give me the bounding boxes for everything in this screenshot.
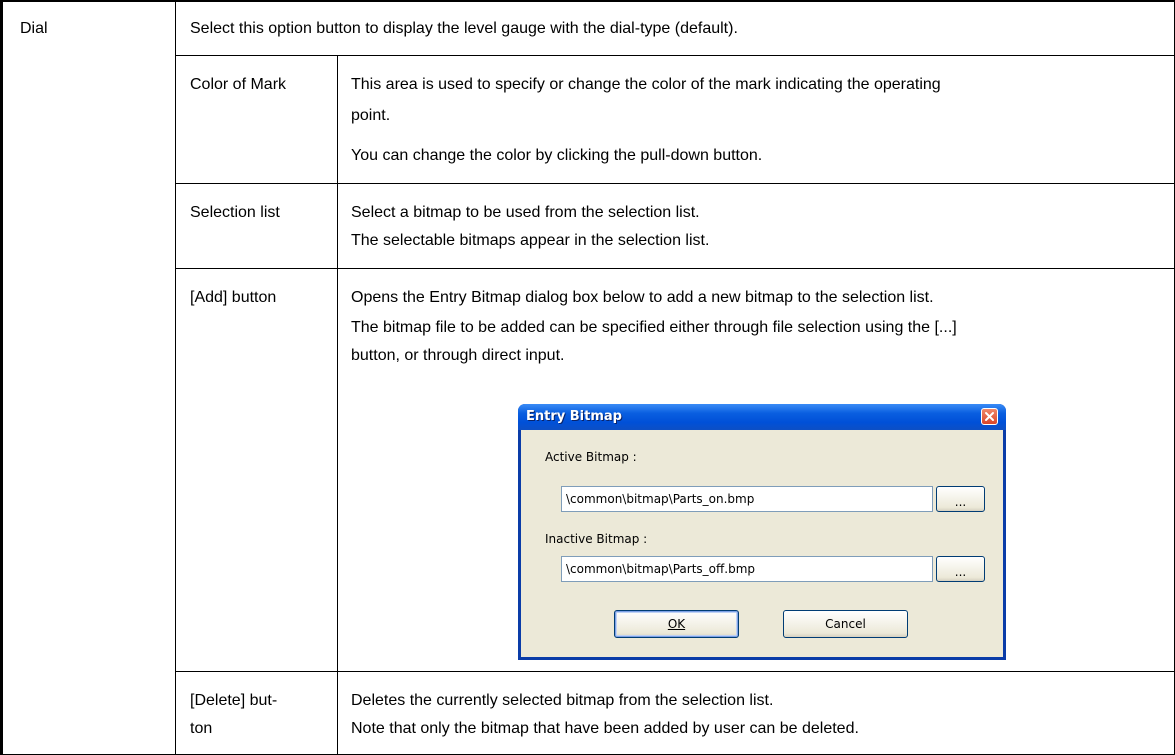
inactive-browse-label: ... (954, 565, 967, 579)
dialog-title: Entry Bitmap (526, 409, 622, 424)
active-browse-label: ... (954, 495, 967, 509)
active-bitmap-input[interactable]: \common\bitmap\Parts_on.bmp (561, 486, 933, 512)
row-divider-selection (175, 268, 1175, 269)
desc-delete-line-1: Deletes the currently selected bitmap fr… (351, 692, 774, 709)
desc-selection-line-2: The selectable bitmaps appear in the sel… (351, 232, 710, 249)
row-divider-color (175, 183, 1175, 184)
desc-delete-line-2: Note that only the bitmap that have been… (351, 720, 859, 737)
desc-add-line-3: button, or through direct input. (351, 347, 565, 364)
inactive-bitmap-label: Inactive Bitmap : (545, 532, 648, 546)
label-delete-button-line-1: [Delete] but- (190, 692, 278, 709)
label-color-of-mark: Color of Mark (190, 76, 287, 93)
ok-button[interactable]: OK (614, 610, 739, 638)
close-icon (985, 412, 994, 421)
row-label-dial: Dial (20, 20, 48, 37)
inactive-browse-button[interactable]: ... (936, 556, 985, 582)
dialog-body: Active Bitmap : \common\bitmap\Parts_on.… (521, 430, 1003, 657)
active-bitmap-label: Active Bitmap : (545, 450, 637, 464)
label-selection-list: Selection list (190, 204, 280, 221)
table-border-top (0, 0, 1175, 2)
desc-color-line-1: This area is used to specify or change t… (351, 76, 941, 93)
cancel-label: Cancel (825, 617, 866, 631)
column-divider-1 (175, 0, 176, 755)
label-delete-button-line-2: ton (190, 720, 213, 737)
label-add-button: [Add] button (190, 289, 277, 306)
desc-color-line-3: You can change the color by clicking the… (351, 147, 763, 164)
desc-color-line-2: point. (351, 107, 391, 124)
table-border-left (0, 0, 3, 755)
desc-add-line-1: Opens the Entry Bitmap dialog box below … (351, 289, 934, 306)
dialog-title-bar: Entry Bitmap (518, 404, 1006, 430)
column-divider-2 (337, 55, 338, 755)
inactive-bitmap-input[interactable]: \common\bitmap\Parts_off.bmp (561, 556, 933, 582)
cancel-button[interactable]: Cancel (783, 610, 908, 638)
close-button[interactable] (981, 408, 998, 425)
desc-selection-line-1: Select a bitmap to be used from the sele… (351, 204, 700, 221)
active-browse-button[interactable]: ... (936, 486, 985, 512)
ok-label: OK (667, 617, 686, 631)
entry-bitmap-dialog: Entry Bitmap Active Bitmap : \common\bit… (518, 404, 1006, 660)
row-divider-add (175, 671, 1175, 672)
row-divider-intro (175, 55, 1175, 56)
intro-text: Select this option button to display the… (190, 20, 738, 37)
desc-add-line-2: The bitmap file to be added can be speci… (351, 319, 957, 336)
